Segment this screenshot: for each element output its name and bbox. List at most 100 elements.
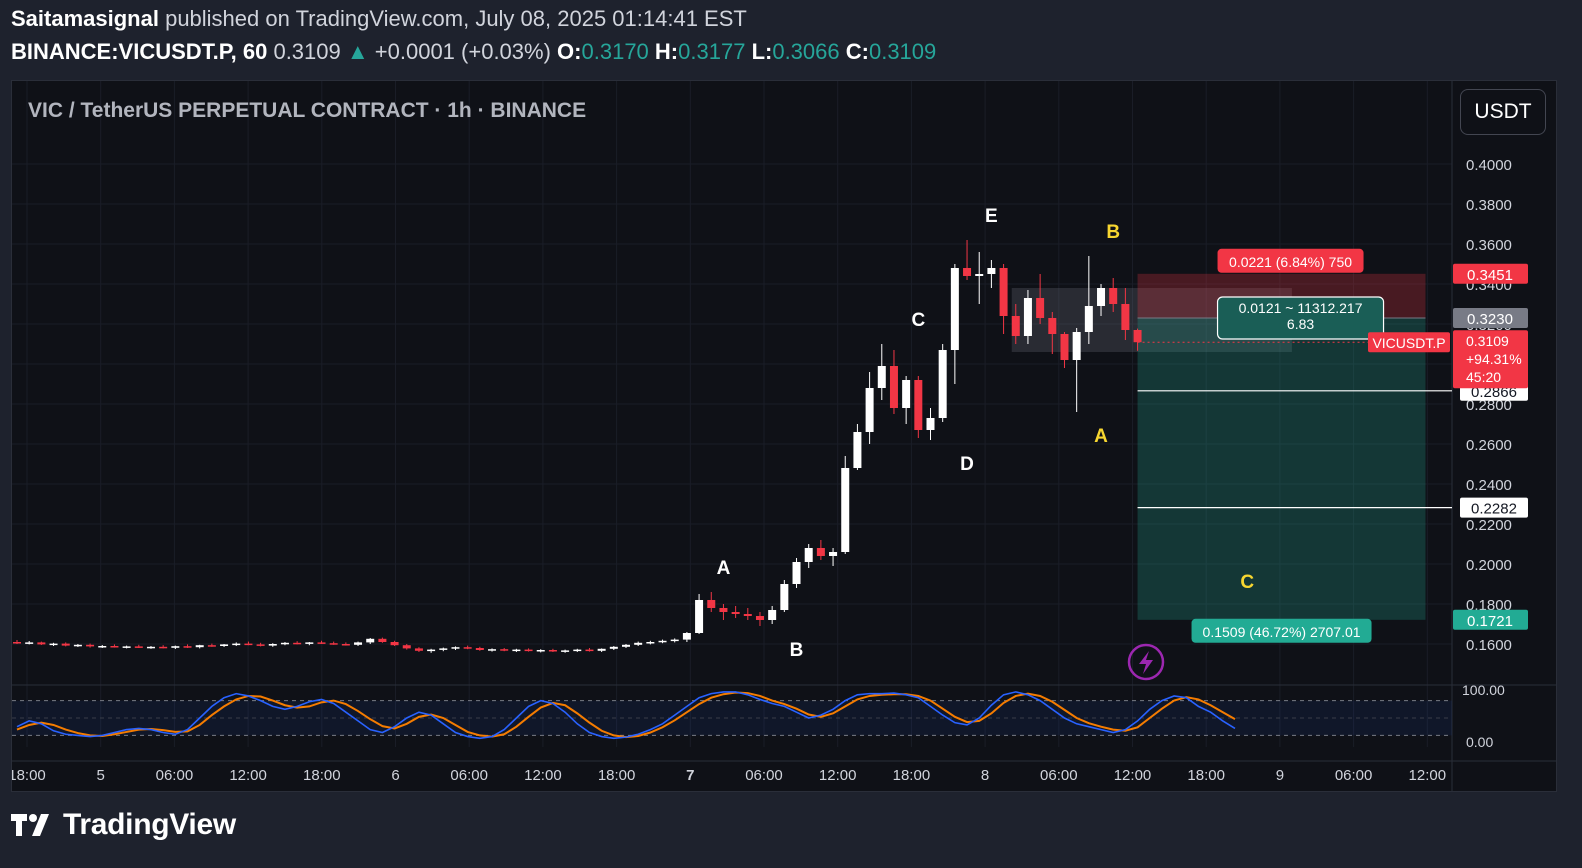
x-tick-label: 12:00 [229,767,267,784]
candle-body [1023,298,1032,336]
wave-label: A [717,558,731,579]
candle-body [536,650,545,652]
close-value: 0.3109 [868,39,937,64]
chart-title: VIC / TetherUS PERPETUAL CONTRACT · 1h ·… [28,99,587,122]
x-tick-label: 7 [686,767,694,784]
x-tick-label: 5 [97,767,105,784]
candle-body [524,649,533,652]
symbol-name: BINANCE:VICUSDT.P, 60 [11,39,268,64]
candle-body [329,643,338,645]
candle-body [463,647,472,649]
logo-text: TradingView [63,808,236,841]
hline-axis-label: 0.2282 [1471,501,1517,518]
candle-body [427,649,436,652]
open-label: O: [557,39,582,64]
candle-body [207,645,216,647]
candle-body [731,612,740,614]
candle-body [792,562,801,584]
candle-body [37,642,46,645]
wave-label: E [985,206,998,227]
candle-body [829,552,838,556]
candle-body [719,608,728,612]
close-label: C: [845,39,869,64]
x-tick-label: 6 [391,767,399,784]
stoch-tick-label: 100.00 [1462,682,1505,698]
candle-body [402,645,411,649]
currency-button[interactable]: USDT [1460,89,1546,135]
candle-body [134,646,143,648]
y-tick-label: 0.2000 [1466,557,1512,574]
last-price-change: +94.31% [1466,351,1522,367]
x-tick-label: 18:00 [893,767,931,784]
x-tick-label: 18:00 [303,767,341,784]
candle-body [975,274,984,276]
candle-body [439,648,448,650]
mid-label-line1: 0.0121 ~ 11312.217 [1239,300,1363,316]
candle-body [500,649,509,651]
y-tick-label: 0.1600 [1466,637,1512,654]
candle-body [902,380,911,408]
open-value: 0.3170 [581,39,649,64]
mid-label-line2: 6.83 [1287,316,1314,332]
chart-panel[interactable]: 0.1600 0.1800 0.2000 0.2200 0.2400 0.2600 0.28… [11,80,1557,792]
candle-body [268,644,277,646]
candle-body [475,648,484,650]
candle-body [1048,318,1057,334]
ticker-label: VICUSDT.P [1372,335,1445,351]
x-tick-label: 12:00 [524,767,562,784]
candle-body [707,600,716,608]
candle-body [1133,330,1142,343]
x-tick-label: 8 [981,767,989,784]
candle-body [366,638,375,643]
candle-body [999,268,1008,316]
x-tick-label: 06:00 [450,767,488,784]
candle-body [122,646,131,648]
stop-label: 0.0221 (6.84%) 750 [1229,254,1352,270]
candle-body [61,643,70,646]
candle-body [13,642,21,644]
candle-body [597,648,606,651]
tradingview-logo[interactable]: TradingView [11,808,236,842]
candle-body [488,649,497,651]
wave-label: C [1240,572,1254,593]
candle-body [49,643,58,646]
wave-label: B [790,640,804,661]
symbol-line: BINANCE:VICUSDT.P, 60 0.3109 ▲ +0.0001 (… [11,39,936,65]
candle-body [244,643,253,646]
x-tick-label: 12:00 [1409,767,1447,784]
candle-body [1036,298,1045,318]
candle-body [1060,334,1069,360]
publish-line: Saitamasignal published on TradingView.c… [11,6,747,32]
candle-body [573,649,582,652]
y-tick-label: 0.2400 [1466,477,1512,494]
x-tick-label: 06:00 [156,767,194,784]
candle-body [561,650,570,652]
x-tick-label: 9 [1276,767,1284,784]
candle-body [305,642,314,644]
candle-body [293,642,302,645]
candle-body [585,649,594,652]
target-label: 0.1509 (46.72%) 2707.01 [1203,624,1361,640]
high-label: H: [654,39,679,64]
candle-body [622,644,630,647]
candle-body [1011,316,1020,336]
author-name[interactable]: Saitamasignal [11,6,159,31]
wave-label: D [960,454,974,475]
price-chart[interactable]: 0.16000.18000.20000.22000.24000.26000.28… [12,81,1557,792]
candle-body [548,650,557,652]
candle-body [743,614,752,616]
candle-body [256,644,265,646]
y-tick-label: 0.3600 [1466,237,1512,254]
candle-body [183,646,192,648]
candle-body [146,646,155,649]
candle-body [73,644,82,647]
candle-body [98,646,107,648]
candle-body [682,633,691,640]
wave-label: B [1106,222,1120,243]
candle-body [25,642,34,644]
low-value: 0.3066 [772,39,840,64]
candle-body [1121,304,1130,330]
candle-body [512,649,521,652]
bar-countdown: 45:20 [1466,369,1501,385]
candle-body [987,268,996,274]
